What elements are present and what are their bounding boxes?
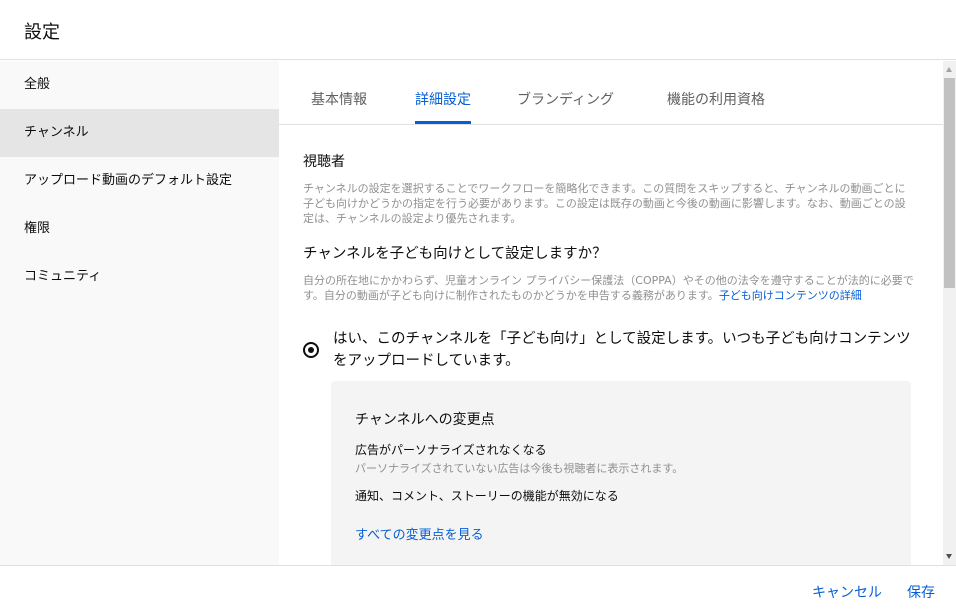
coppa-description: 自分の所在地にかかわらず、児童オンライン プライバシー保護法（COPPA）やその… (303, 273, 915, 303)
change-item-ads-title: 広告がパーソナライズされなくなる (355, 443, 547, 457)
sidebar-item-channel[interactable]: チャンネル (0, 109, 279, 157)
change-item-ads-subtitle: パーソナライズされていない広告は今後も視聴者に表示されます。 (355, 462, 684, 475)
audience-description: チャンネルの設定を選択することでワークフローを簡略化できます。この質問をスキップ… (303, 182, 906, 225)
change-item-features-title: 通知、コメント、ストーリーの機能が無効になる (355, 489, 619, 503)
sidebar-item-permissions[interactable]: 権限 (0, 205, 279, 253)
tab-basic-info[interactable]: 基本情報 (311, 61, 367, 124)
tab-advanced-settings[interactable]: 詳細設定 (415, 61, 471, 124)
channel-changes-panel: チャンネルへの変更点 広告がパーソナライズされなくなる パーソナライズされていな… (331, 381, 911, 565)
dialog-title: 設定 (24, 22, 60, 43)
sidebar-item-upload-defaults[interactable]: アップロード動画のデフォルト設定 (0, 157, 279, 205)
see-all-changes-link[interactable]: すべての変更点を見る (355, 524, 484, 543)
cancel-button[interactable]: キャンセル (812, 582, 882, 602)
tab-bar: 基本情報 詳細設定 ブランディング 機能の利用資格 (279, 61, 943, 125)
vertical-scrollbar[interactable] (943, 61, 956, 565)
tab-branding[interactable]: ブランディング (517, 61, 614, 124)
changes-title: チャンネルへの変更点 (355, 412, 495, 428)
scroll-down-arrow-icon[interactable] (946, 554, 952, 559)
audience-section-title: 視聴者 (303, 154, 345, 170)
dialog-footer: キャンセル 保存 (0, 565, 956, 614)
made-for-kids-question: チャンネルを子ども向けとして設定しますか？ (303, 246, 607, 262)
radio-selected-icon[interactable] (303, 342, 319, 358)
sidebar: 全般 チャンネル アップロード動画のデフォルト設定 権限 コミュニティ (0, 61, 279, 565)
dialog-header: 設定 (0, 0, 956, 60)
made-for-kids-yes-label: はい、このチャンネルを「子ども向け」として設定します。いつも子ども向けコンテンツ… (333, 331, 911, 369)
tab-feature-eligibility[interactable]: 機能の利用資格 (667, 61, 765, 124)
main-panel: 基本情報 詳細設定 ブランディング 機能の利用資格 視聴者 チャンネルの設定を選… (279, 61, 943, 565)
sidebar-item-community[interactable]: コミュニティ (0, 253, 279, 301)
save-button[interactable]: 保存 (907, 582, 935, 602)
coppa-learn-more-link[interactable]: 子ども向けコンテンツの詳細 (719, 289, 862, 302)
sidebar-item-general[interactable]: 全般 (0, 61, 279, 109)
scrollbar-thumb[interactable] (944, 78, 955, 288)
scroll-up-arrow-icon[interactable] (946, 67, 952, 72)
